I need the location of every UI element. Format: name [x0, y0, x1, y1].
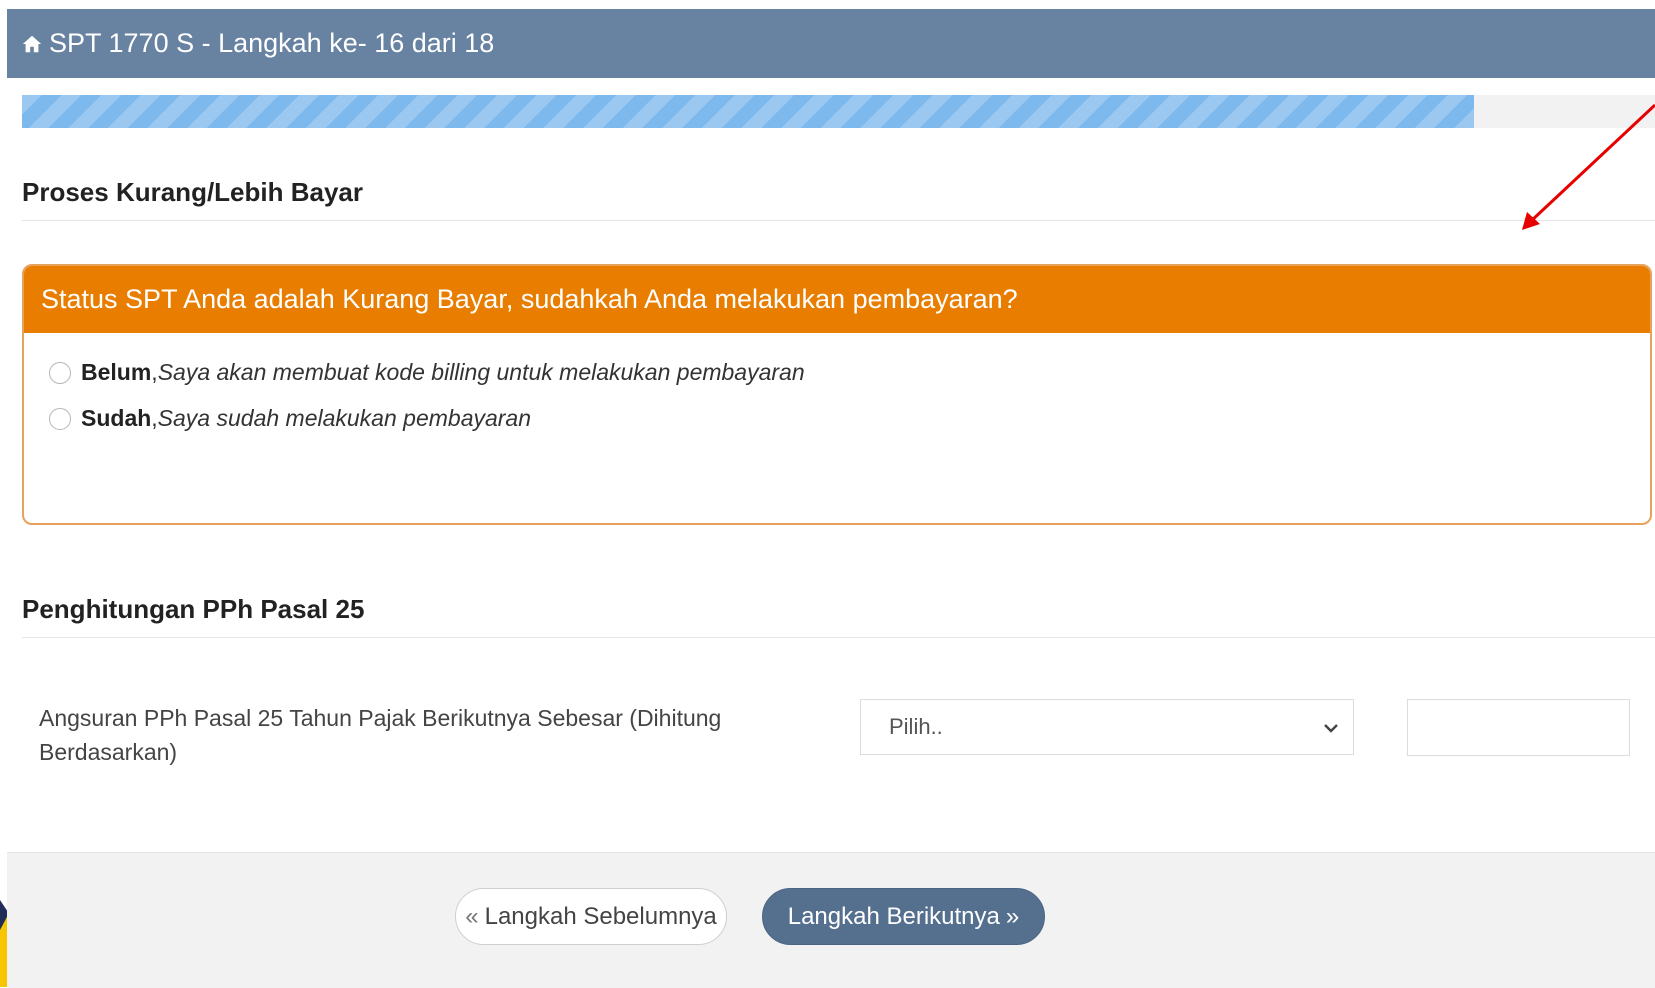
progress-bar	[22, 95, 1655, 128]
wizard-header: SPT 1770 S - Langkah ke- 16 dari 18	[7, 9, 1655, 78]
progress-bar-fill	[22, 95, 1474, 128]
previous-step-button[interactable]: « Langkah Sebelumnya	[455, 888, 727, 945]
section-title-pph-pasal-25: Penghitungan PPh Pasal 25	[22, 594, 365, 624]
home-icon	[22, 35, 42, 52]
next-step-button[interactable]: Langkah Berikutnya »	[762, 888, 1045, 945]
radio-description-sudah: Saya sudah melakukan pembayaran	[157, 405, 532, 431]
angsuran-basis-select[interactable]: Pilih..	[860, 699, 1354, 755]
angsuran-basis-select-value: Pilih..	[889, 714, 943, 739]
radio-belum[interactable]	[49, 361, 71, 384]
radio-option-belum[interactable]: Belum, Saya akan membuat kode billing un…	[49, 359, 805, 386]
wizard-footer: « Langkah Sebelumnya Langkah Berikutnya …	[7, 852, 1655, 988]
previous-step-label: Langkah Sebelumnya	[484, 902, 717, 930]
radio-description-belum: Saya akan membuat kode billing untuk mel…	[157, 359, 805, 385]
radio-sudah[interactable]	[49, 407, 71, 430]
angsuran-amount-input[interactable]	[1407, 699, 1630, 756]
double-chevron-left-icon: «	[465, 902, 479, 930]
angsuran-field-label: Angsuran PPh Pasal 25 Tahun Pajak Beriku…	[39, 705, 722, 765]
section-divider	[22, 637, 1655, 638]
page-title: SPT 1770 S - Langkah ke- 16 dari 18	[49, 28, 495, 58]
radio-label-sudah: Sudah	[81, 405, 152, 431]
radio-label-belum: Belum	[81, 359, 152, 385]
wizard-frame: SPT 1770 S - Langkah ke- 16 dari 18 Pros…	[7, 9, 1655, 988]
double-chevron-right-icon: »	[1005, 902, 1020, 930]
status-panel: Status SPT Anda adalah Kurang Bayar, sud…	[22, 264, 1652, 525]
radio-option-sudah[interactable]: Sudah, Saya sudah melakukan pembayaran	[49, 405, 531, 432]
status-panel-heading: Status SPT Anda adalah Kurang Bayar, sud…	[24, 266, 1650, 333]
next-step-label: Langkah Berikutnya	[787, 902, 1000, 930]
section-divider	[22, 220, 1655, 221]
chevron-down-icon	[1324, 724, 1338, 733]
section-title-kurang-lebih-bayar: Proses Kurang/Lebih Bayar	[22, 177, 363, 207]
